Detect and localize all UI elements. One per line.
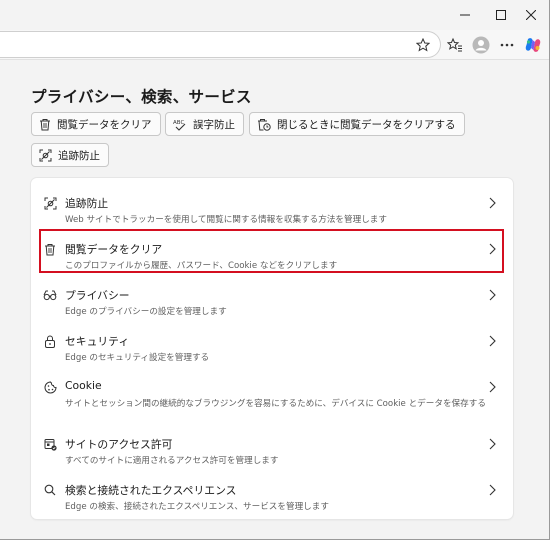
glasses-icon <box>43 288 57 302</box>
profile-button[interactable] <box>470 34 492 56</box>
setting-description: すべてのサイトに適用されるアクセス許可を管理します <box>65 456 279 466</box>
avatar-icon <box>472 36 490 54</box>
maximize-icon <box>496 10 506 20</box>
cookie-icon <box>43 380 57 394</box>
minimize-button[interactable] <box>447 0 483 30</box>
setting-description: Edge の検索、接続されたエクスペリエンス、サービスを管理します <box>65 502 329 512</box>
setting-row-tracking-prevention[interactable]: 追跡防止 Web サイトでトラッカーを使用して閲覧に関する情報を収集する方法を管… <box>31 184 513 230</box>
chip-label: 追跡防止 <box>58 149 100 162</box>
settings-list-card: 追跡防止 Web サイトでトラッカーを使用して閲覧に関する情報を収集する方法を管… <box>31 178 513 519</box>
more-dots-icon <box>500 43 514 47</box>
copilot-button[interactable] <box>522 34 544 56</box>
close-button[interactable] <box>513 0 549 30</box>
spellcheck-icon: ABC <box>173 120 186 131</box>
browser-window: プライバシー、検索、サービス 閲覧データをクリア ABC 誤字防止 閉じるときに… <box>0 0 550 540</box>
chevron-right-icon <box>489 484 496 496</box>
chip-label: 閉じるときに閲覧データをクリアする <box>277 118 456 131</box>
setting-title: 追跡防止 <box>65 197 109 210</box>
setting-title: プライバシー <box>65 289 130 302</box>
setting-row-search-services[interactable]: 検索と接続されたエクスペリエンス Edge の検索、接続されたエクスペリエンス、… <box>31 471 513 517</box>
chip-label: 閲覧データをクリア <box>57 118 152 131</box>
setting-row-cookie[interactable]: Cookie サイトとセッション間の継続的なブラウジングを容易にするために、デバ… <box>31 368 513 414</box>
star-icon <box>416 38 430 52</box>
tracking-prevention-icon <box>43 196 57 210</box>
setting-row-security[interactable]: セキュリティ Edge のセキュリティ設定を管理する <box>31 322 513 368</box>
setting-title: Cookie <box>65 379 102 392</box>
trash-clock-icon <box>258 118 271 131</box>
search-icon <box>43 483 57 497</box>
trash-icon <box>40 118 50 130</box>
site-permissions-icon <box>43 437 57 451</box>
lock-icon <box>43 334 57 348</box>
browser-toolbar <box>0 30 549 60</box>
minimize-icon <box>460 14 470 16</box>
setting-row-privacy[interactable]: プライバシー Edge のプライバシーの設定を管理します <box>31 276 513 322</box>
favorite-star-button[interactable] <box>412 34 434 56</box>
favorites-button[interactable] <box>444 34 466 56</box>
settings-content: プライバシー、検索、サービス 閲覧データをクリア ABC 誤字防止 閉じるときに… <box>0 61 549 539</box>
chip-clear-on-close[interactable]: 閉じるときに閲覧データをクリアする <box>249 112 465 136</box>
chevron-right-icon <box>489 289 496 301</box>
chip-spellcheck[interactable]: ABC 誤字防止 <box>165 112 244 136</box>
setting-row-clear-browsing-data[interactable]: 閲覧データをクリア このプロファイルから履歴、パスワード、Cookie などをク… <box>31 230 513 276</box>
setting-description: Web サイトでトラッカーを使用して閲覧に関する情報を収集する方法を管理します <box>65 215 387 225</box>
setting-description: Edge のセキュリティ設定を管理する <box>65 353 210 363</box>
chevron-right-icon <box>489 438 496 450</box>
chip-label: 誤字防止 <box>193 118 235 131</box>
chevron-right-icon <box>489 197 496 209</box>
chevron-right-icon <box>489 335 496 347</box>
setting-row-site-permissions[interactable]: サイトのアクセス許可 すべてのサイトに適用されるアクセス許可を管理します <box>31 425 513 471</box>
settings-more-button[interactable] <box>496 34 518 56</box>
chip-tracking-prevention[interactable]: 追跡防止 <box>31 143 109 167</box>
setting-description: Edge のプライバシーの設定を管理します <box>65 307 227 317</box>
page-title: プライバシー、検索、サービス <box>31 88 252 106</box>
chip-clear-browsing-data[interactable]: 閲覧データをクリア <box>31 112 161 136</box>
chevron-right-icon <box>489 381 496 393</box>
title-bar <box>0 0 549 30</box>
setting-title: 閲覧データをクリア <box>65 243 163 256</box>
tracking-prevention-icon <box>39 149 52 161</box>
setting-title: サイトのアクセス許可 <box>65 438 173 451</box>
copilot-icon <box>525 38 541 52</box>
favorites-icon <box>447 37 462 52</box>
setting-title: セキュリティ <box>65 335 130 348</box>
setting-description: サイトとセッション間の継続的なブラウジングを容易にするために、デバイスに Coo… <box>65 399 486 409</box>
chevron-right-icon <box>489 243 496 255</box>
setting-description: このプロファイルから履歴、パスワード、Cookie などをクリアします <box>65 261 338 271</box>
address-bar[interactable] <box>0 31 441 58</box>
svg-text:ABC: ABC <box>173 120 184 126</box>
setting-title: 検索と接続されたエクスペリエンス <box>65 484 237 497</box>
close-icon <box>526 10 536 20</box>
trash-icon <box>43 242 57 256</box>
